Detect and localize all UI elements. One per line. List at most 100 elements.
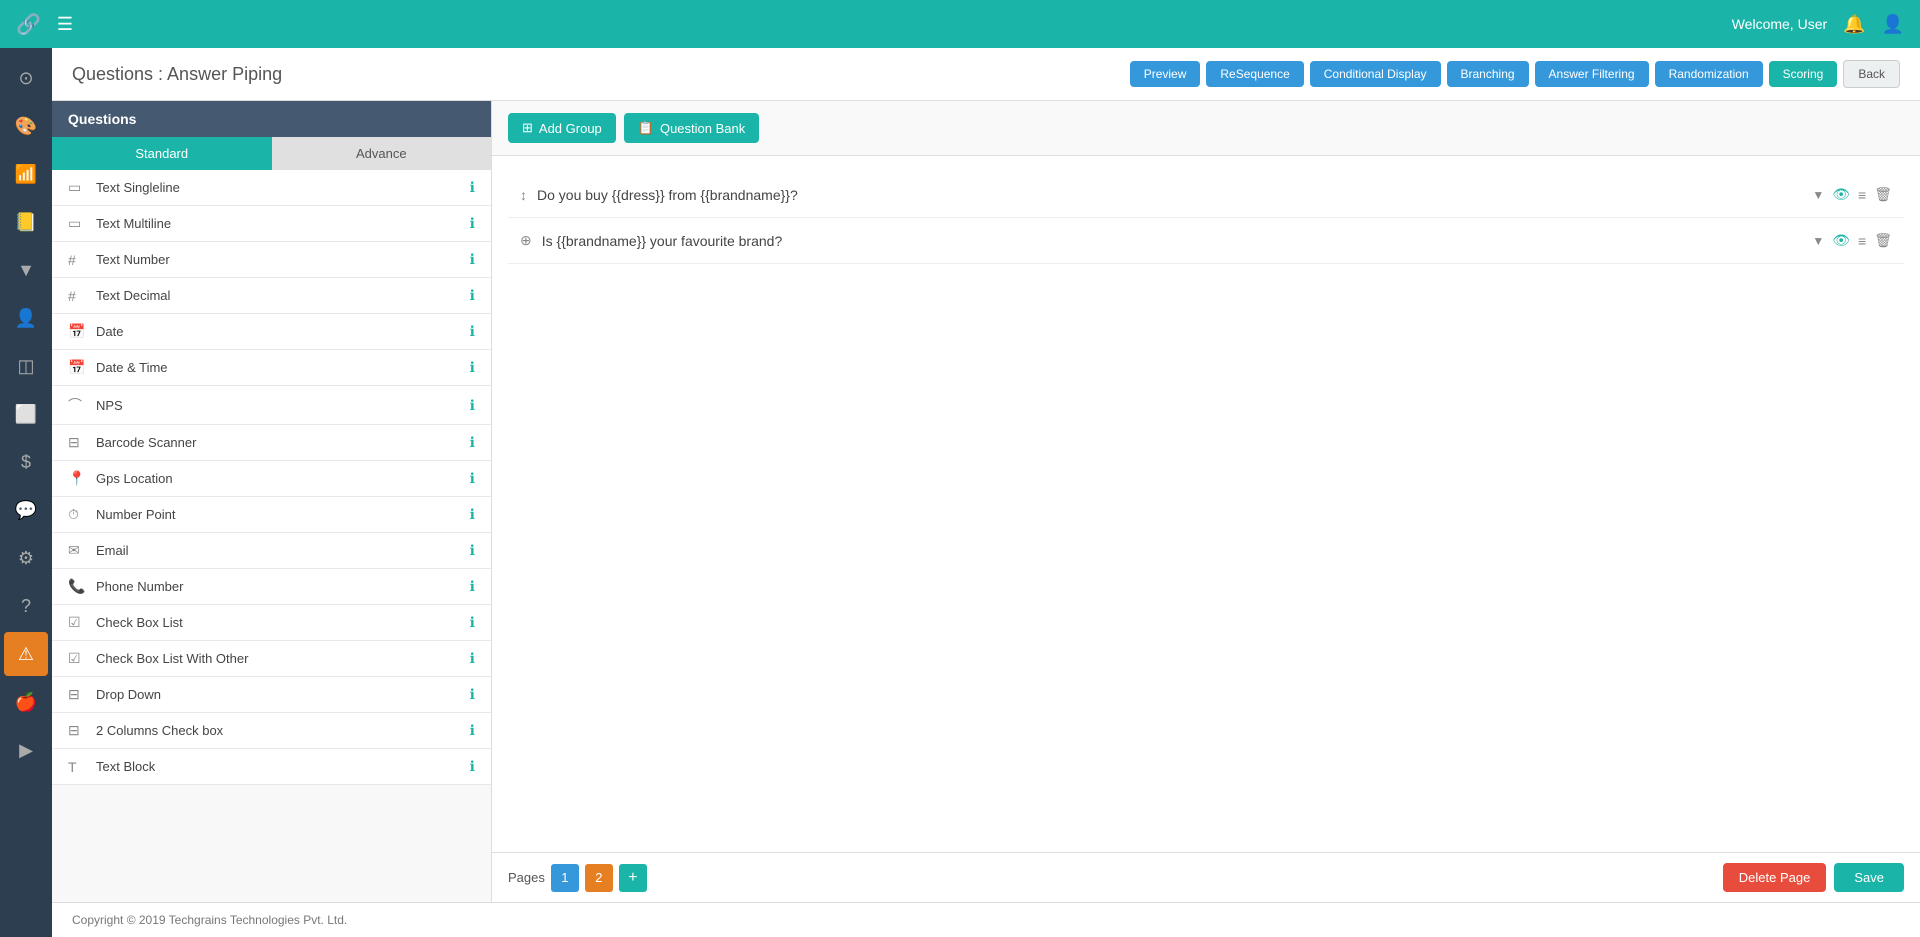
- info-icon[interactable]: ℹ: [470, 434, 475, 451]
- menu-question-button[interactable]: ≡: [1858, 187, 1866, 203]
- page-2-button[interactable]: 2: [585, 864, 613, 892]
- tab-advance[interactable]: Advance: [272, 137, 492, 170]
- sidebar-item-home[interactable]: ⊙: [4, 56, 48, 100]
- back-button[interactable]: Back: [1843, 60, 1900, 88]
- sidebar-item-deploy[interactable]: ▶: [4, 728, 48, 772]
- questions-panel: Questions Standard Advance ▭ Text Single…: [52, 101, 492, 902]
- number-point-icon: ⏱: [68, 506, 86, 523]
- list-item[interactable]: ⊟ Drop Down ℹ: [52, 677, 491, 713]
- sidebar-item-wifi[interactable]: 📶: [4, 152, 48, 196]
- info-icon[interactable]: ℹ: [470, 251, 475, 268]
- save-button[interactable]: Save: [1834, 863, 1904, 892]
- menu-question-button[interactable]: ≡: [1858, 233, 1866, 249]
- info-icon[interactable]: ℹ: [470, 758, 475, 775]
- list-item[interactable]: # Text Decimal ℹ: [52, 278, 491, 314]
- question-item-label: NPS: [96, 398, 470, 413]
- list-item[interactable]: ⏱ Number Point ℹ: [52, 497, 491, 533]
- sidebar-item-settings[interactable]: ⚙: [4, 536, 48, 580]
- info-icon[interactable]: ℹ: [470, 614, 475, 631]
- question-bank-icon: 📋: [638, 120, 654, 136]
- list-item[interactable]: 📞 Phone Number ℹ: [52, 569, 491, 605]
- info-icon[interactable]: ℹ: [470, 470, 475, 487]
- answer-filtering-button[interactable]: Answer Filtering: [1535, 61, 1649, 87]
- question-actions: ▼ 👁 ≡ 🗑: [1812, 232, 1892, 249]
- info-icon[interactable]: ℹ: [470, 686, 475, 703]
- page-header: Questions : Answer Piping Preview ReSequ…: [52, 48, 1920, 101]
- view-question-button[interactable]: 👁: [1832, 186, 1850, 203]
- resequence-button[interactable]: ReSequence: [1206, 61, 1303, 87]
- sidebar-item-filter[interactable]: ▼: [4, 248, 48, 292]
- list-item[interactable]: # Text Number ℹ: [52, 242, 491, 278]
- list-item[interactable]: ☑ Check Box List ℹ: [52, 605, 491, 641]
- delete-question-button[interactable]: 🗑: [1874, 232, 1892, 249]
- sidebar-item-chat[interactable]: 💬: [4, 488, 48, 532]
- scoring-button[interactable]: Scoring: [1769, 61, 1838, 87]
- info-icon[interactable]: ℹ: [470, 397, 475, 414]
- page-1-button[interactable]: 1: [551, 864, 579, 892]
- question-item-label: Text Block: [96, 759, 470, 774]
- dropdown-icon: ⊟: [68, 686, 86, 703]
- info-icon[interactable]: ℹ: [470, 542, 475, 559]
- info-icon[interactable]: ℹ: [470, 287, 475, 304]
- list-item[interactable]: ▭ Text Multiline ℹ: [52, 206, 491, 242]
- pages-bar: Pages 1 2 + Delete Page Save: [492, 852, 1920, 902]
- question-bank-button[interactable]: 📋 Question Bank: [624, 113, 759, 143]
- sidebar-item-tablet[interactable]: ⬜: [4, 392, 48, 436]
- list-item[interactable]: ☑ Check Box List With Other ℹ: [52, 641, 491, 677]
- sidebar-item-layers[interactable]: ◫: [4, 344, 48, 388]
- hamburger-menu[interactable]: ☰: [57, 14, 73, 35]
- info-icon[interactable]: ℹ: [470, 650, 475, 667]
- sidebar-item-user[interactable]: 👤: [4, 296, 48, 340]
- survey-question-row: ↕ Do you buy {{dress}} from {{brandname}…: [508, 172, 1904, 218]
- list-item[interactable]: ▭ Text Singleline ℹ: [52, 170, 491, 206]
- sidebar-item-book[interactable]: 📒: [4, 200, 48, 244]
- info-icon[interactable]: ℹ: [470, 359, 475, 376]
- list-item[interactable]: T Text Block ℹ: [52, 749, 491, 785]
- sidebar-item-alert[interactable]: ⚠: [4, 632, 48, 676]
- preview-button[interactable]: Preview: [1130, 61, 1201, 87]
- sidebar-item-dollar[interactable]: $: [4, 440, 48, 484]
- info-icon[interactable]: ℹ: [470, 323, 475, 340]
- info-icon[interactable]: ℹ: [470, 215, 475, 232]
- question-item-label: Text Number: [96, 252, 470, 267]
- randomization-button[interactable]: Randomization: [1655, 61, 1763, 87]
- sidebar-item-apple[interactable]: 🍎: [4, 680, 48, 724]
- sidebar-item-palette[interactable]: 🎨: [4, 104, 48, 148]
- list-item[interactable]: ⊟ 2 Columns Check box ℹ: [52, 713, 491, 749]
- chevron-down-icon[interactable]: ▼: [1812, 188, 1824, 202]
- gps-icon: 📍: [68, 470, 86, 487]
- question-item-label: Barcode Scanner: [96, 435, 470, 450]
- add-group-button[interactable]: ⊞ Add Group: [508, 113, 616, 143]
- info-icon[interactable]: ℹ: [470, 578, 475, 595]
- list-item[interactable]: ✉ Email ℹ: [52, 533, 491, 569]
- info-icon[interactable]: ℹ: [470, 179, 475, 196]
- question-item-label: Text Singleline: [96, 180, 470, 195]
- notification-icon[interactable]: 🔔: [1843, 14, 1865, 35]
- chevron-down-icon[interactable]: ▼: [1812, 234, 1824, 248]
- main-content: Questions Standard Advance ▭ Text Single…: [52, 101, 1920, 902]
- delete-page-button[interactable]: Delete Page: [1723, 863, 1827, 892]
- delete-question-button[interactable]: 🗑: [1874, 186, 1892, 203]
- branching-button[interactable]: Branching: [1447, 61, 1529, 87]
- sidebar-item-help[interactable]: ?: [4, 584, 48, 628]
- list-item[interactable]: ⌒ NPS ℹ: [52, 386, 491, 425]
- welcome-text: Welcome, User: [1732, 16, 1827, 32]
- info-icon[interactable]: ℹ: [470, 722, 475, 739]
- copyright-text: Copyright © 2019 Techgrains Technologies…: [72, 913, 347, 927]
- checkbox-list-other-icon: ☑: [68, 650, 86, 667]
- question-item-label: Email: [96, 543, 470, 558]
- view-question-button[interactable]: 👁: [1832, 232, 1850, 249]
- add-page-button[interactable]: +: [619, 864, 647, 892]
- pages-left: Pages 1 2 +: [508, 864, 647, 892]
- conditional-display-button[interactable]: Conditional Display: [1310, 61, 1441, 87]
- list-item[interactable]: 📍 Gps Location ℹ: [52, 461, 491, 497]
- list-item[interactable]: ⊟ Barcode Scanner ℹ: [52, 425, 491, 461]
- question-item-label: Text Multiline: [96, 216, 470, 231]
- list-item[interactable]: 📅 Date ℹ: [52, 314, 491, 350]
- questions-list: ▭ Text Singleline ℹ ▭ Text Multiline ℹ #…: [52, 170, 491, 902]
- info-icon[interactable]: ℹ: [470, 506, 475, 523]
- tab-standard[interactable]: Standard: [52, 137, 272, 170]
- list-item[interactable]: 📅 Date & Time ℹ: [52, 350, 491, 386]
- footer: Copyright © 2019 Techgrains Technologies…: [52, 902, 1920, 937]
- user-profile-icon[interactable]: 👤: [1882, 14, 1904, 35]
